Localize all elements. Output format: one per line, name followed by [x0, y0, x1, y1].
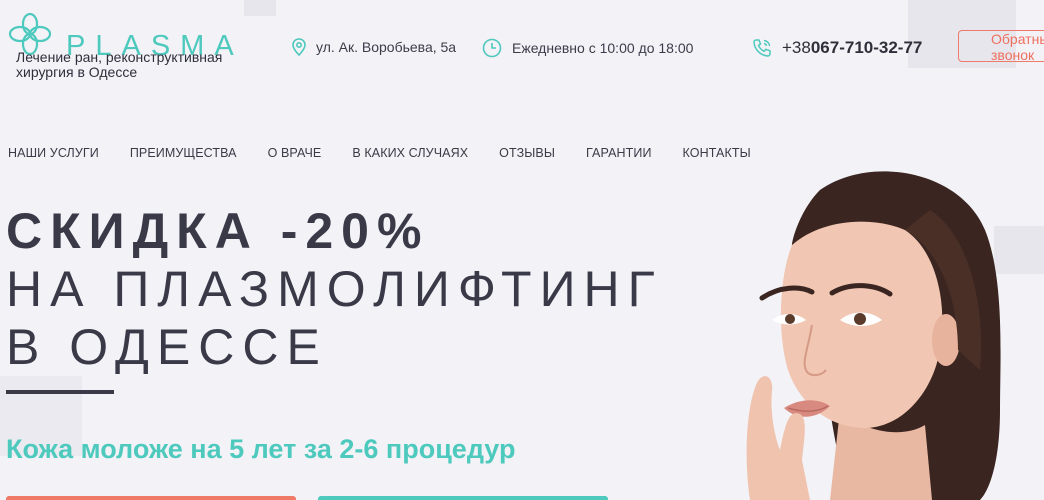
nav-item-indications[interactable]: В КАКИХ СЛУЧАЯХ — [352, 146, 468, 160]
primary-cta-button[interactable] — [6, 496, 296, 500]
nav-item-advantages[interactable]: ПРЕИМУЩЕСТВА — [130, 146, 237, 160]
phone-block[interactable]: +38 067-710-32-77 — [752, 38, 922, 58]
hero-subtitle: Кожа моложе на 5 лет за 2-6 процедур — [6, 434, 516, 464]
phone-prefix: +38 — [782, 38, 811, 57]
main-nav: НАШИ УСЛУГИ ПРЕИМУЩЕСТВА О ВРАЧЕ В КАКИХ… — [8, 146, 782, 160]
hero-title-discount: СКИДКА -20% — [6, 203, 430, 259]
brand-tagline: Лечение ран, реконструктивная хирургия в… — [16, 49, 223, 80]
address-block: ул. Ак. Воробьева, 5а — [292, 38, 456, 56]
clock-icon — [482, 38, 502, 58]
hero-divider — [6, 390, 114, 394]
phone-number[interactable]: 067-710-32-77 — [811, 38, 923, 58]
hours-block: Ежедневно с 10:00 до 18:00 — [482, 38, 693, 58]
nav-item-guarantees[interactable]: ГАРАНТИИ — [586, 146, 652, 160]
woman-portrait-image — [746, 171, 1001, 500]
map-pin-icon — [292, 38, 306, 56]
phone-ring-icon — [753, 39, 771, 57]
nav-item-about-doctor[interactable]: О ВРАЧЕ — [268, 146, 322, 160]
hours-text: Ежедневно с 10:00 до 18:00 — [512, 40, 694, 56]
nav-item-contacts[interactable]: КОНТАКТЫ — [683, 146, 751, 160]
hero-title-city: В ОДЕССЕ — [6, 319, 328, 375]
nav-item-services[interactable]: НАШИ УСЛУГИ — [8, 146, 99, 160]
nav-item-reviews[interactable]: ОТЗЫВЫ — [499, 146, 555, 160]
hero-title-service: НА ПЛАЗМОЛИФТИНГ — [6, 261, 663, 317]
secondary-cta-button[interactable] — [318, 496, 608, 500]
address-text: ул. Ак. Воробьева, 5а — [316, 39, 457, 55]
callback-button[interactable]: Обратный звонок — [958, 30, 1044, 63]
